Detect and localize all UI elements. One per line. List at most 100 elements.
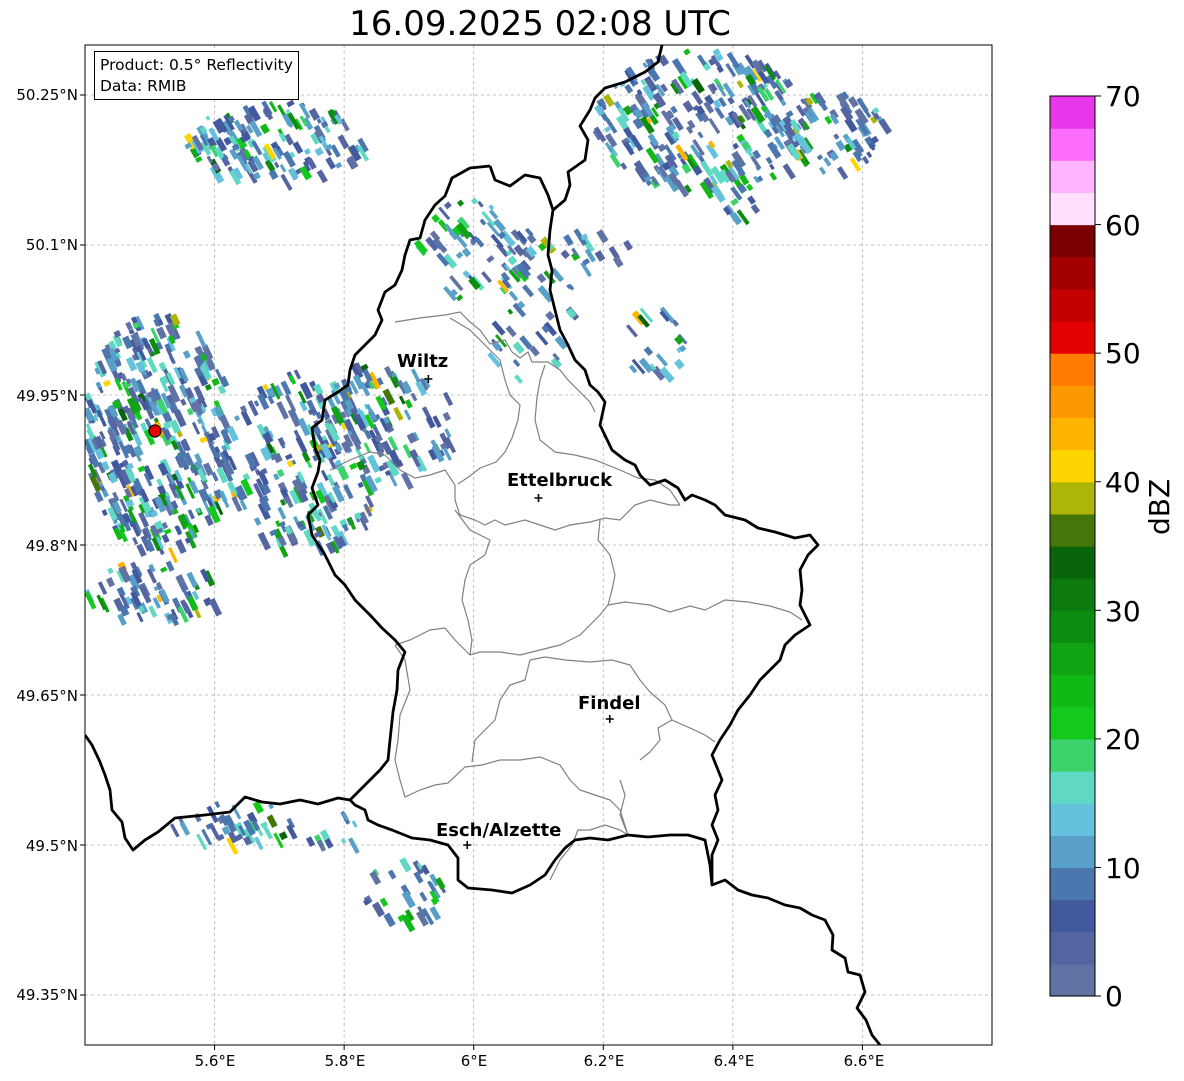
echo-cell bbox=[374, 476, 383, 484]
echo-cell bbox=[560, 249, 570, 260]
lat-label-49-65: 49.65°N bbox=[16, 687, 78, 705]
echo-cell bbox=[404, 399, 413, 409]
echo-cell bbox=[507, 255, 518, 266]
echo-cell bbox=[305, 836, 316, 848]
echo-cell bbox=[314, 146, 324, 157]
echo-cell bbox=[337, 134, 350, 150]
echo-cell bbox=[125, 321, 133, 331]
echo-cell bbox=[97, 581, 108, 595]
colorbar-segment bbox=[1050, 353, 1095, 386]
colorbar-tick-40: 40 bbox=[1105, 466, 1141, 499]
graticule bbox=[85, 45, 992, 1045]
colorbar-segment bbox=[1050, 931, 1095, 965]
colorbar-segment bbox=[1050, 738, 1095, 772]
echo-cell bbox=[508, 290, 519, 302]
echo-cell bbox=[456, 294, 464, 302]
echo-cell bbox=[691, 77, 705, 94]
echo-cell bbox=[697, 131, 704, 139]
echo-cell bbox=[308, 107, 321, 121]
echo-cell bbox=[211, 471, 219, 482]
echo-cell bbox=[736, 80, 744, 89]
echo-cell bbox=[340, 837, 347, 845]
echo-cell bbox=[816, 154, 824, 161]
echo-cell bbox=[477, 200, 484, 208]
echo-cell bbox=[106, 577, 115, 588]
echo-cell bbox=[489, 209, 499, 220]
echo-cell bbox=[674, 358, 685, 370]
colorbar-tick-60: 60 bbox=[1105, 209, 1141, 242]
echo-cell bbox=[278, 831, 288, 841]
radar-site-marker bbox=[148, 424, 162, 438]
echo-cell bbox=[206, 155, 214, 164]
echo-cell bbox=[769, 163, 775, 171]
echo-cell bbox=[277, 506, 287, 520]
colorbar-segment bbox=[1050, 256, 1095, 290]
colorbar-segment bbox=[1050, 610, 1095, 644]
echo-cell bbox=[282, 150, 296, 168]
echo-cell bbox=[438, 206, 451, 221]
echo-cell bbox=[643, 346, 654, 357]
echo-cell bbox=[486, 255, 495, 264]
echo-cell bbox=[98, 387, 104, 394]
echo-cell bbox=[866, 151, 873, 158]
echo-cell bbox=[292, 141, 304, 155]
echo-cell bbox=[708, 118, 721, 135]
colorbar-segment bbox=[1050, 706, 1095, 740]
lat-label-49-95: 49.95°N bbox=[16, 387, 78, 405]
colorbar-tick-10: 10 bbox=[1105, 852, 1141, 885]
colorbar-segment bbox=[1050, 642, 1095, 676]
echo-cell bbox=[257, 531, 272, 551]
echo-cell bbox=[535, 330, 549, 346]
colorbar-segment bbox=[1050, 674, 1095, 708]
echo-cell bbox=[132, 536, 139, 545]
product-info-box: Product: 0.5° Reflectivity Data: RMIB bbox=[94, 51, 299, 100]
echo-cell bbox=[279, 164, 287, 173]
lon-label-6: 6°E bbox=[460, 1052, 488, 1070]
colorbar-tick-0: 0 bbox=[1105, 980, 1123, 1013]
echo-cell bbox=[512, 359, 521, 368]
colorbar bbox=[1049, 95, 1101, 997]
echo-cell bbox=[208, 597, 223, 617]
echo-cell bbox=[205, 115, 211, 121]
echo-cell bbox=[169, 823, 180, 838]
colorbar-tick-70: 70 bbox=[1105, 80, 1141, 113]
echo-cell bbox=[732, 142, 740, 150]
radar-map bbox=[80, 44, 1101, 1050]
echo-cell bbox=[156, 478, 163, 487]
echo-cell bbox=[594, 250, 606, 262]
echo-cell bbox=[187, 509, 196, 520]
echo-cell bbox=[293, 369, 302, 380]
echo-cell bbox=[179, 821, 191, 836]
echo-cell bbox=[410, 392, 418, 402]
echo-cell bbox=[273, 161, 280, 169]
colorbar-segment bbox=[1050, 96, 1095, 129]
lat-label-50-1: 50.1°N bbox=[25, 236, 78, 254]
echo-cell bbox=[596, 229, 609, 244]
echo-cell bbox=[383, 912, 396, 928]
echo-cell bbox=[443, 201, 452, 210]
echo-cell bbox=[500, 271, 511, 282]
echo-cell bbox=[505, 325, 517, 338]
echo-cell bbox=[234, 415, 241, 422]
echo-cell bbox=[337, 466, 350, 481]
colorbar-segment bbox=[1050, 224, 1095, 258]
product-label: Product: 0.5° Reflectivity bbox=[100, 56, 293, 74]
echo-cell bbox=[195, 330, 207, 349]
echo-cell bbox=[160, 566, 168, 573]
colorbar-segment bbox=[1050, 481, 1095, 515]
echo-cell bbox=[862, 155, 870, 165]
echo-cell bbox=[769, 172, 778, 181]
echo-cell bbox=[514, 374, 524, 384]
echo-cell bbox=[251, 140, 263, 156]
echo-cell bbox=[536, 273, 547, 284]
echo-cell bbox=[714, 106, 725, 120]
echo-cell bbox=[626, 324, 638, 338]
echo-cell bbox=[512, 341, 525, 355]
echo-cell bbox=[878, 118, 893, 135]
echo-cell bbox=[175, 574, 189, 593]
lat-label-50-25: 50.25°N bbox=[16, 86, 78, 104]
echo-cell bbox=[840, 105, 854, 122]
echo-cell bbox=[488, 204, 495, 211]
echo-cell bbox=[682, 100, 694, 113]
echo-cell bbox=[280, 173, 293, 191]
